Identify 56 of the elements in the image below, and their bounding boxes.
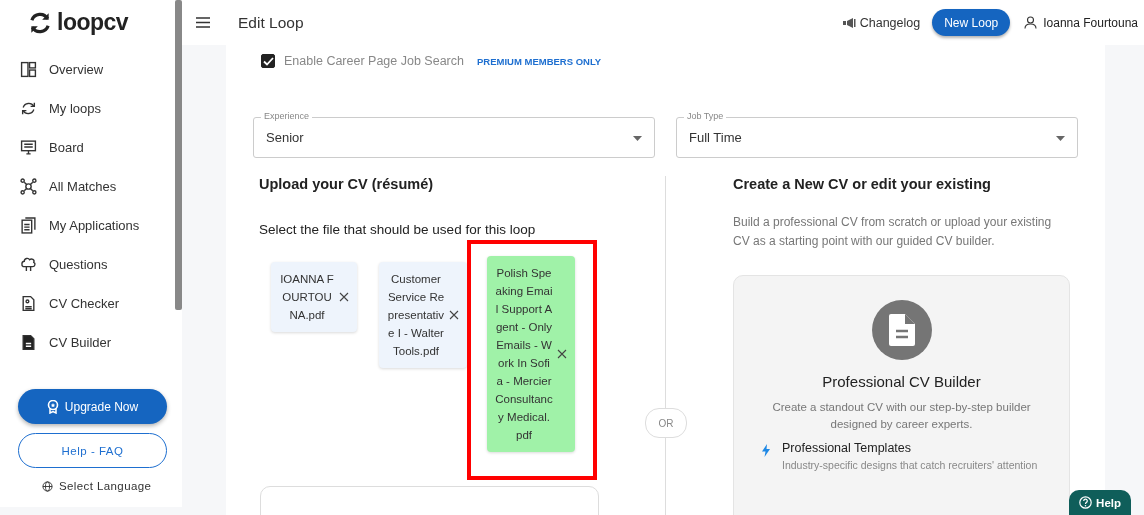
menu-icon[interactable]	[196, 17, 210, 28]
close-icon[interactable]	[449, 310, 459, 320]
section-description: Build a professional CV from scratch or upload your existing CV as a starting point with our guided CV builder.	[733, 214, 1053, 250]
user-icon	[1024, 16, 1038, 29]
question-icon	[1079, 496, 1093, 509]
page-title: Edit Loop	[238, 13, 304, 32]
award-icon	[46, 399, 59, 414]
field-label: Job Type	[684, 111, 727, 122]
globe-icon	[42, 480, 53, 492]
caret-icon	[633, 136, 642, 141]
dashboard-icon	[20, 61, 37, 78]
nav-item[interactable]: Board	[0, 128, 175, 167]
premium-label: PREMIUM MEMBERS ONLY	[477, 55, 602, 67]
file-icon	[20, 334, 37, 351]
help-faq-button[interactable]: Help - FAQ	[18, 433, 167, 468]
close-icon[interactable]	[339, 292, 349, 302]
file-chip[interactable]: Polish Speaking Email Support Agent - Only Emails - Work In Sofia - Mercier Consultancy Medical.pdf	[487, 256, 575, 452]
feature-title: Professional Templates	[782, 441, 912, 455]
scrollbar[interactable]	[175, 0, 182, 310]
card-title: Professional CV Builder	[822, 373, 981, 390]
card-description: Create a standout CV with our step-by-step builder designed by career experts.	[771, 400, 1032, 432]
nav-item[interactable]: My Applications	[0, 206, 175, 245]
documents-icon	[20, 217, 37, 234]
lightning-icon	[762, 444, 770, 457]
brain-icon	[20, 256, 37, 273]
close-icon[interactable]	[557, 349, 567, 359]
board-icon	[20, 139, 37, 156]
language-selector[interactable]: Select Language	[42, 480, 152, 492]
help-button[interactable]: Help	[1069, 490, 1131, 515]
section-subtitle: Select the file that should be used for this loop	[259, 222, 537, 237]
nav-item[interactable]: Questions	[0, 245, 175, 284]
feature-description: Industry-specific designs that catch recruiters' attention	[782, 458, 1038, 473]
megaphone-icon	[842, 17, 856, 28]
new-loop-button[interactable]: New Loop	[932, 9, 1011, 36]
user-menu[interactable]: Ioanna Fourtouna	[1024, 15, 1138, 30]
nav-item[interactable]: All Matches	[0, 167, 175, 206]
field-label: Experience	[261, 111, 313, 122]
refresh-icon	[20, 100, 37, 117]
network-icon	[20, 178, 37, 195]
nav-item[interactable]: CV Checker	[0, 284, 175, 323]
caret-icon	[1056, 136, 1065, 141]
nav-item[interactable]: Overview	[0, 50, 175, 89]
logo-text: loopcv	[57, 9, 129, 36]
builder-card[interactable]: Professional CV Builder Create a standout CV with our step-by-step builder designed by career experts. Professional Templates Industry-specific designs that catch recruiters' attention	[733, 275, 1070, 515]
checkbox[interactable]	[261, 54, 275, 68]
changelog-link[interactable]: Changelog	[842, 15, 921, 30]
section-heading: Create a New CV or edit your existing	[733, 176, 992, 194]
or-label: OR	[645, 408, 687, 438]
upgrade-button[interactable]: Upgrade Now	[18, 389, 167, 424]
checkbox-label: Enable Career Page Job Search	[284, 54, 464, 68]
document-icon	[20, 295, 37, 312]
section-heading: Upload your CV (résumé)	[259, 176, 435, 194]
file-chip[interactable]: IOANNA FOURTOUNA.pdf	[271, 262, 357, 332]
nav-item[interactable]: My loops	[0, 89, 175, 128]
file-chip[interactable]: Customer Service Representative I - Walter Tools.pdf	[379, 262, 467, 368]
nav-item[interactable]: CV Builder	[0, 323, 175, 362]
